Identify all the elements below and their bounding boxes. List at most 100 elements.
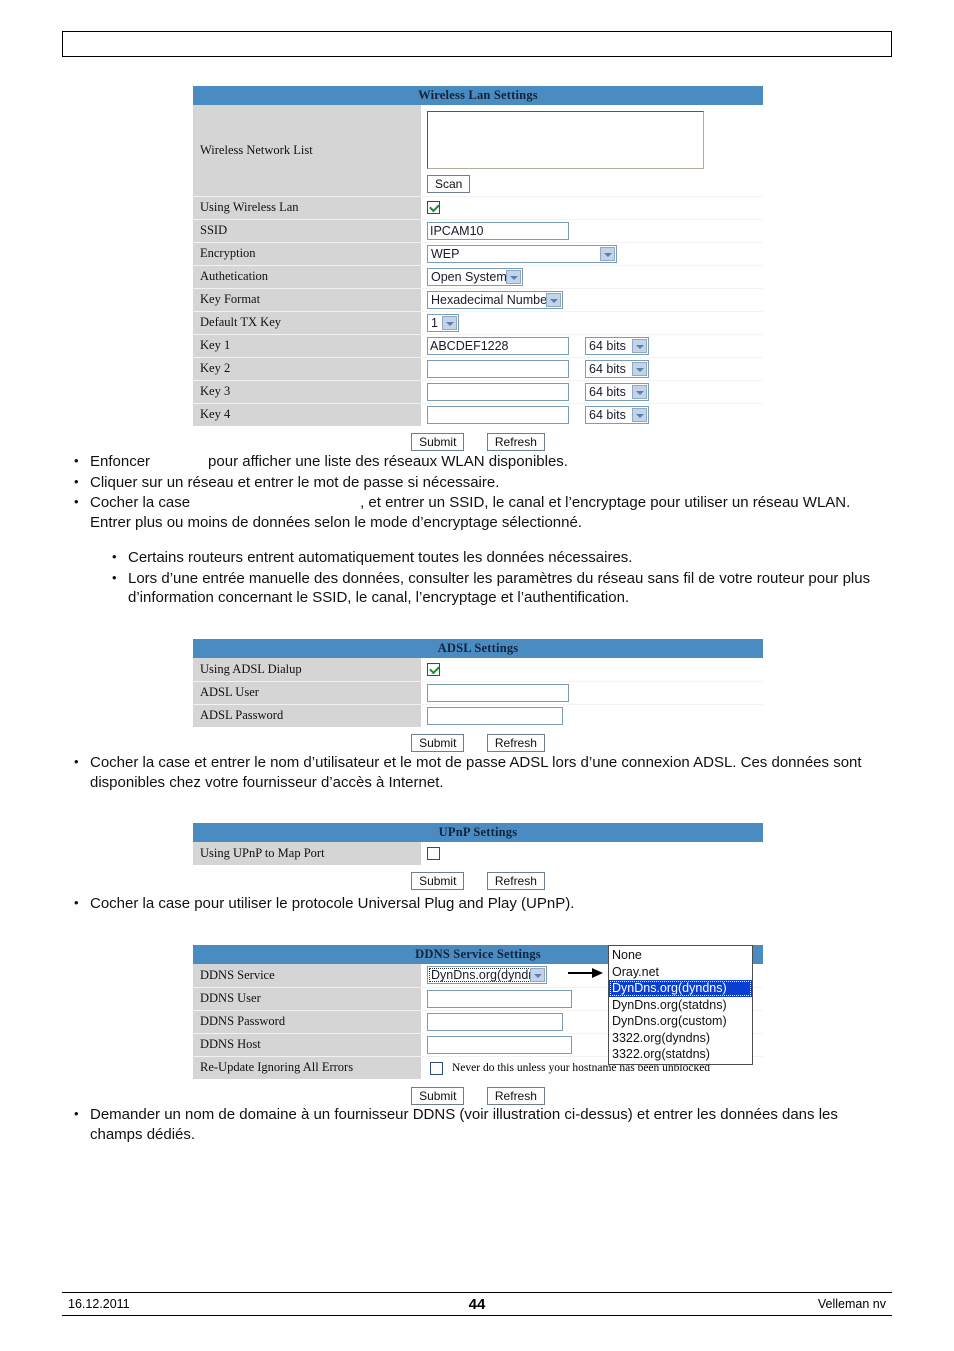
dropdown-option-3322-statdns[interactable]: 3322.org(statdns) (609, 1046, 752, 1063)
using-upnp-checkbox[interactable] (427, 847, 440, 861)
upnp-bullet-1: Cocher la case pour utiliser le protocol… (90, 895, 575, 912)
dropdown-option-none[interactable]: None (609, 947, 752, 964)
using-adsl-dialup-cell (421, 658, 763, 682)
table-row: ADSL Password (193, 704, 763, 727)
wireless-network-list-label: Wireless Network List (193, 105, 421, 197)
adsl-user-input[interactable] (427, 683, 569, 702)
list-item: Cocher la case, et entrer un SSID, le ca… (74, 492, 892, 532)
using-adsl-dialup-label: Using ADSL Dialup (193, 658, 421, 682)
table-row: Key 4 64 bits (193, 403, 763, 426)
upnp-submit-button[interactable]: Submit (411, 872, 465, 890)
key4-input[interactable] (427, 405, 569, 424)
ssid-input[interactable]: IPCAM10 (427, 221, 569, 240)
key1-label: Key 1 (193, 334, 421, 358)
chevron-down-icon (546, 292, 561, 307)
key2-bits-value: 64 bits (589, 361, 626, 376)
wireless-refresh-button[interactable]: Refresh (486, 433, 545, 451)
using-wireless-lan-checkbox[interactable] (427, 201, 440, 215)
ddns-user-input[interactable] (427, 989, 572, 1008)
chevron-down-icon (600, 246, 615, 261)
ddns-service-select-value: DynDns.org(dyndns) (431, 968, 546, 983)
ssid-label: SSID (193, 219, 421, 243)
table-row: SSID IPCAM10 (193, 219, 763, 243)
adsl-submit-button[interactable]: Submit (411, 734, 465, 752)
dropdown-option-dyndns-custom[interactable]: DynDns.org(custom) (609, 1013, 752, 1030)
encryption-label: Encryption (193, 242, 421, 266)
chevron-down-icon (632, 407, 647, 422)
table-row: Encryption WEP (193, 242, 763, 266)
ddns-submit-button[interactable]: Submit (411, 1087, 465, 1105)
key-format-select-value: Hexadecimal Number (431, 292, 552, 307)
ddns-bullet-list: Demander un nom de domaine à un fourniss… (62, 1104, 892, 1145)
adsl-refresh-button[interactable]: Refresh (486, 734, 545, 752)
wireless-lan-settings-table: Wireless Lan Settings Wireless Network L… (193, 86, 763, 426)
key3-input[interactable] (427, 382, 569, 401)
dropdown-option-dyndns-statdns[interactable]: DynDns.org(statdns) (609, 997, 752, 1014)
table-row: Using ADSL Dialup (193, 658, 763, 682)
reupdate-label: Re-Update Ignoring All Errors (193, 1056, 421, 1079)
list-item: Cocher la case pour utiliser le protocol… (74, 893, 892, 914)
adsl-bullet-1: Cocher la case et entrer le nom d’utilis… (90, 754, 862, 791)
chevron-down-icon (632, 384, 647, 399)
key2-bits-select[interactable]: 64 bits (585, 359, 649, 378)
adsl-settings-title: ADSL Settings (193, 639, 763, 658)
default-tx-key-cell: 1 (421, 311, 763, 335)
key3-bits-select[interactable]: 64 bits (585, 382, 649, 401)
adsl-user-cell (421, 681, 763, 705)
encryption-select-value: WEP (431, 246, 460, 261)
list-item: Demander un nom de domaine à un fourniss… (74, 1104, 892, 1144)
key1-bits-select[interactable]: 64 bits (585, 336, 649, 355)
ddns-password-input[interactable] (427, 1012, 563, 1031)
list-item: Cocher la case et entrer le nom d’utilis… (74, 752, 892, 792)
key1-cell: ABCDEF1228 64 bits (421, 334, 763, 358)
ddns-user-label: DDNS User (193, 987, 421, 1011)
page-footer: 16.12.2011 44 Velleman nv (62, 1292, 892, 1316)
adsl-password-input[interactable] (427, 706, 563, 725)
table-row: ADSL User (193, 681, 763, 705)
table-title-row: ADSL Settings (193, 639, 763, 658)
key1-input[interactable]: ABCDEF1228 (427, 336, 569, 355)
table-row: Key Format Hexadecimal Number (193, 288, 763, 312)
authetication-label: Authetication (193, 265, 421, 289)
scan-button[interactable]: Scan (427, 175, 471, 194)
upnp-refresh-button[interactable]: Refresh (486, 872, 545, 890)
table-row: Authetication Open System (193, 265, 763, 289)
pointer-arrow-icon (568, 966, 604, 980)
dropdown-option-oray[interactable]: Oray.net (609, 964, 752, 981)
ddns-refresh-button[interactable]: Refresh (486, 1087, 545, 1105)
key2-cell: 64 bits (421, 357, 763, 381)
chevron-down-icon (506, 269, 521, 284)
bullet-2: Cliquer sur un réseau et entrer le mot d… (90, 473, 500, 491)
footer-company: Velleman nv (817, 1297, 886, 1311)
using-upnp-label: Using UPnP to Map Port (193, 842, 421, 865)
bullet-3-part-b: , et entrer un SSID, le canal et l’encry… (90, 494, 851, 531)
authetication-cell: Open System (421, 265, 763, 289)
using-wireless-lan-cell (421, 196, 763, 220)
reupdate-checkbox[interactable] (430, 1061, 443, 1075)
key-format-select[interactable]: Hexadecimal Number (427, 290, 563, 309)
table-row: Using UPnP to Map Port (193, 842, 763, 865)
using-adsl-dialup-checkbox[interactable] (427, 663, 440, 677)
upnp-settings-table: UPnP Settings Using UPnP to Map Port (193, 823, 763, 865)
wireless-submit-row: Submit Refresh (193, 430, 763, 452)
key4-bits-value: 64 bits (589, 407, 626, 422)
encryption-select[interactable]: WEP (427, 244, 617, 263)
key4-bits-select[interactable]: 64 bits (585, 405, 649, 424)
dropdown-option-3322-dyndns[interactable]: 3322.org(dyndns) (609, 1030, 752, 1047)
table-title-row: UPnP Settings (193, 823, 763, 842)
ddns-service-dropdown-popup[interactable]: None Oray.net DynDns.org(dyndns) DynDns.… (608, 945, 753, 1065)
default-tx-key-select[interactable]: 1 (427, 313, 459, 332)
bullet-1-part-a: Enfoncer (90, 453, 151, 470)
key2-input[interactable] (427, 359, 569, 378)
ddns-host-input[interactable] (427, 1035, 572, 1054)
adsl-user-label: ADSL User (193, 681, 421, 705)
ddns-service-select[interactable]: DynDns.org(dyndns) (427, 966, 547, 985)
wireless-submit-button[interactable]: Submit (411, 433, 465, 451)
default-tx-key-select-value: 1 (431, 315, 438, 330)
authetication-select[interactable]: Open System (427, 267, 523, 286)
upnp-submit-row: Submit Refresh (193, 869, 763, 891)
dropdown-option-dyndns-dyndns[interactable]: DynDns.org(dyndns) (609, 980, 752, 997)
wireless-bullet-list: Enfoncer pour afficher une liste des rése… (62, 451, 892, 533)
upnp-settings-title: UPnP Settings (193, 823, 763, 842)
wireless-network-listbox[interactable] (427, 111, 704, 170)
